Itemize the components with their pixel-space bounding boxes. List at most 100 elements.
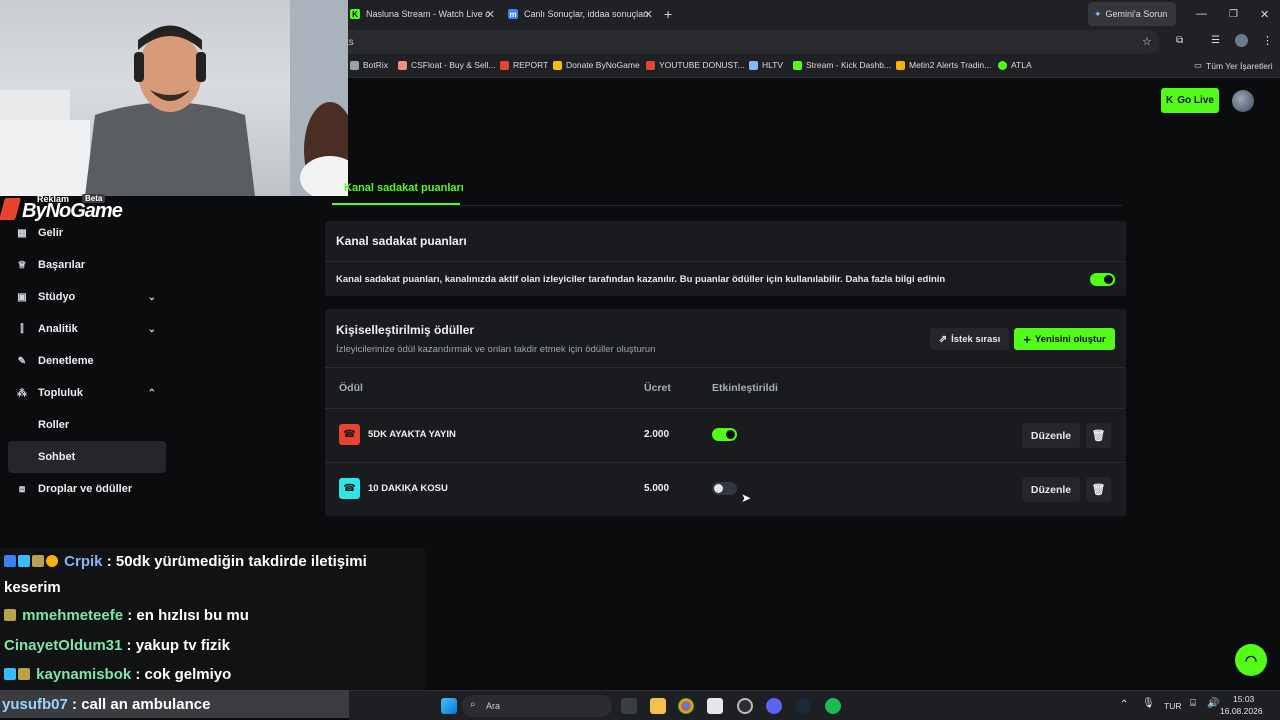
beta-badge: Beta (82, 194, 106, 203)
sidebar-item-sohbet[interactable]: Sohbet (8, 441, 166, 473)
help-button[interactable]: ◠ (1235, 644, 1267, 676)
reward-enabled-toggle[interactable] (712, 428, 737, 441)
reward-icon: ☎ (339, 478, 360, 499)
bookmark-label: Donate ByNoGame (566, 60, 640, 70)
request-queue-button[interactable]: ⇗ İstek sırası (930, 328, 1009, 350)
chevron-up-icon[interactable]: ⌃ (1120, 699, 1128, 710)
obs-icon[interactable] (737, 698, 753, 714)
column-enabled: Etkinleştirildi (712, 382, 778, 394)
spotify-icon[interactable] (825, 698, 841, 714)
tab-divider (332, 205, 1122, 206)
bookmark-item[interactable]: YOUTUBE DONUST... (646, 60, 744, 70)
all-bookmarks[interactable]: ▭ Tüm Yer İşaretleri (1194, 60, 1273, 71)
sidebar-item-label: Roller (38, 419, 70, 431)
media-icon[interactable]: ☰ (1211, 35, 1220, 46)
windows-start-icon[interactable] (441, 698, 457, 714)
bookmark-label: Stream - Kick Dashb... (806, 60, 892, 70)
create-reward-button[interactable]: + Yenisini oluştur (1014, 328, 1115, 350)
go-live-button[interactable]: K Go Live (1161, 88, 1219, 113)
maximize-button[interactable]: ❐ (1229, 2, 1238, 26)
file-explorer-icon[interactable] (650, 698, 666, 714)
create-label: Yenisini oluştur (1034, 333, 1106, 345)
microphone-icon[interactable]: 🎙 (1142, 698, 1155, 709)
profile-icon[interactable] (1235, 34, 1248, 47)
avatar[interactable] (1232, 90, 1254, 112)
input-language[interactable]: TUR (1164, 701, 1181, 711)
queue-icon: ⇗ (938, 333, 948, 345)
app-icon[interactable] (707, 698, 723, 714)
bookmark-icon (553, 60, 562, 70)
badge-icon (4, 555, 16, 567)
task-view-icon[interactable] (621, 698, 637, 714)
browser-tab-stream[interactable]: K Nasluna Stream - Watch Live o ✕ (350, 2, 495, 26)
chat-username: Crpik (64, 553, 103, 570)
sidebar-item-analitik[interactable]: ⫿ Analitik ⌄ (8, 313, 166, 345)
sidebar-item-droplar[interactable]: ⧈ Droplar ve ödüller (8, 473, 166, 505)
sidebar-item-denetleme[interactable]: ✎ Denetleme (8, 345, 166, 377)
sidebar-item-roller[interactable]: Roller (8, 409, 166, 441)
bookmark-icon (646, 60, 655, 70)
chevron-down-icon: ⌄ (147, 291, 156, 303)
gemini-button[interactable]: ✦ Gemini'a Sorun (1088, 2, 1176, 26)
window-close-button[interactable]: ✕ (1260, 2, 1269, 26)
steam-icon[interactable] (795, 698, 811, 714)
reward-enabled-toggle[interactable] (712, 482, 737, 495)
close-icon[interactable]: ✕ (486, 8, 495, 21)
tab-loyalty-points[interactable]: Kanal sadakat puanları (344, 182, 464, 194)
webcam-feed (0, 0, 348, 196)
network-icon[interactable]: ⌸ (1190, 698, 1196, 709)
chrome-icon[interactable] (678, 698, 694, 714)
chat-username: kaynamisbok (36, 666, 132, 683)
delete-icon[interactable]: 🗑 (1086, 477, 1111, 502)
search-icon: ⌕ (470, 699, 476, 710)
minimize-button[interactable]: — (1196, 2, 1207, 26)
table-row: ☎ 10 DAKIKA KOSU 5.000 ➤ Düzenle 🗑 (325, 462, 1126, 516)
chart-icon: ▦ (17, 227, 27, 239)
loyalty-toggle[interactable] (1090, 273, 1115, 286)
sidebar-item-label: Analitik (38, 323, 78, 335)
loyalty-title: Kanal sadakat puanları (336, 234, 467, 248)
gemini-label: Gemini'a Sorun (1105, 9, 1168, 19)
sidebar-item-gelir[interactable]: ▦ Gelir (8, 217, 166, 249)
sidebar-item-basarilar[interactable]: ♕ Başarılar (8, 249, 166, 281)
clock-date[interactable]: 16.08.2026 (1220, 706, 1263, 716)
bookmark-label: CSFloat - Buy & Sell... (411, 60, 496, 70)
queue-label: İstek sırası (951, 333, 1001, 345)
discord-icon[interactable] (766, 698, 782, 714)
bookmark-label: YOUTUBE DONUST... (659, 60, 745, 70)
new-tab-button[interactable]: + (664, 2, 678, 26)
close-icon[interactable]: ✕ (644, 8, 653, 21)
webcam-overlay (0, 0, 348, 196)
volume-icon[interactable]: 🔊 (1207, 698, 1219, 709)
delete-icon[interactable]: 🗑 (1086, 423, 1111, 448)
bookmark-item[interactable]: Donate ByNoGame (553, 60, 640, 70)
bookmark-item[interactable]: REPORT (500, 60, 548, 70)
tab-label: Nasluna Stream - Watch Live o (366, 9, 491, 19)
bookmark-item[interactable]: ATLA (998, 60, 1032, 70)
reward-name: 10 DAKIKA KOSU (368, 483, 448, 494)
sidebar-item-studyo[interactable]: ▣ Stüdyo ⌄ (8, 281, 166, 313)
bookmark-item[interactable]: Stream - Kick Dashb... (793, 60, 891, 70)
bookmark-icon (998, 60, 1007, 70)
sidebar-item-topluluk[interactable]: ⁂ Topluluk ⌃ (8, 377, 166, 409)
kick-icon: K (1166, 95, 1174, 106)
star-icon[interactable]: ☆ (1142, 35, 1152, 48)
wrench-icon: ✎ (17, 355, 27, 367)
bookmark-item[interactable]: CSFloat - Buy & Sell... (398, 60, 496, 70)
column-reward: Ödül (339, 382, 363, 394)
taskbar-search[interactable]: ⌕ Ara (462, 695, 612, 717)
all-bookmarks-label: Tüm Yer İşaretleri (1206, 60, 1273, 71)
browser-tab-results[interactable]: m Canlı Sonuçlar, iddaa sonuçları ✕ (508, 2, 653, 26)
rewards-card: Kişiselleştirilmiş ödüller İzleyicilerin… (325, 309, 1126, 516)
bookmark-item[interactable]: BotRix (350, 60, 388, 70)
bookmark-icon (500, 60, 509, 70)
menu-icon[interactable]: ⋮ (1262, 34, 1273, 47)
extensions-icon[interactable]: ⧉ (1176, 35, 1183, 46)
clock-time[interactable]: 15:03 (1233, 694, 1254, 704)
bookmark-item[interactable]: HLTV (749, 60, 783, 70)
badge-icon (46, 555, 58, 567)
edit-button[interactable]: Düzenle (1022, 477, 1080, 502)
edit-button[interactable]: Düzenle (1022, 423, 1080, 448)
bookmark-item[interactable]: Metin2 Alerts Tradin... (896, 60, 991, 70)
chat-message: Crpik : 50dk yürümediğin takdirde iletiş… (4, 553, 367, 570)
